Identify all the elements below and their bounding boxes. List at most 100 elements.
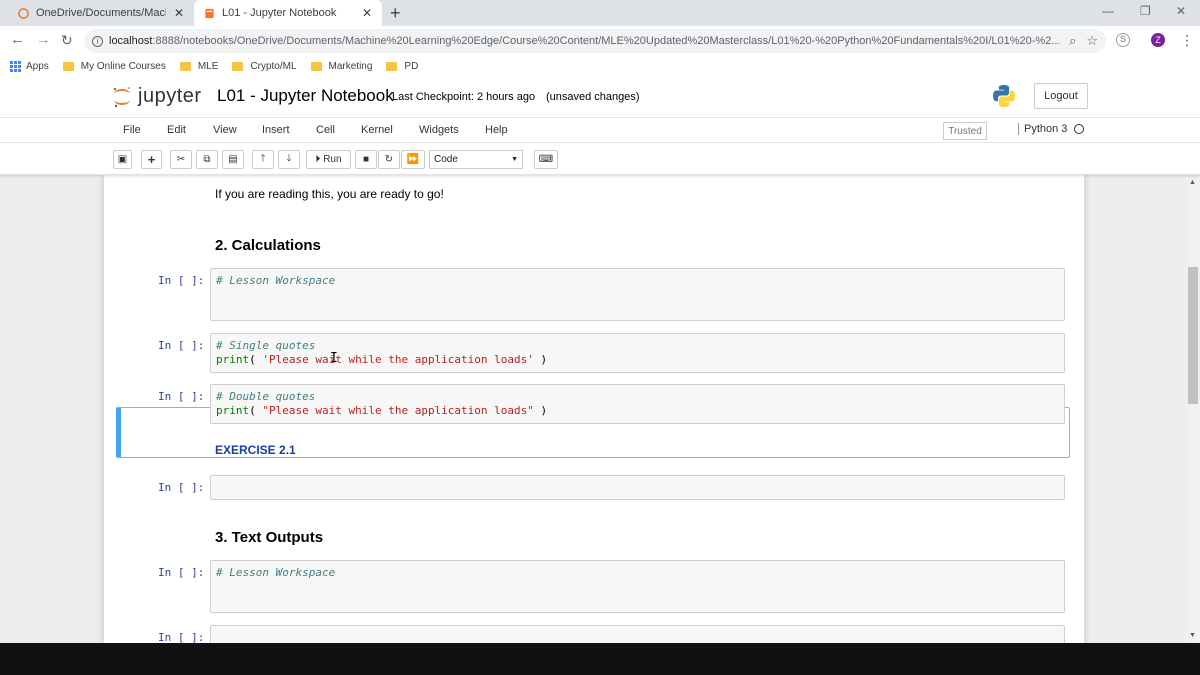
restore-icon[interactable]: ❐ [1140,4,1151,18]
bookmark-label: Apps [26,60,49,72]
code-builtin: print [216,353,250,366]
markdown-intro: If you are reading this, you are ready t… [215,187,444,201]
bookmark-crypto-ml[interactable]: Crypto/ML [232,61,297,72]
menu-widgets[interactable]: Widgets [419,124,459,136]
folder-icon [310,61,322,71]
window-close-icon[interactable]: ✕ [1176,4,1186,18]
code-comment: # Lesson Workspace [216,274,336,287]
code-paren: ) [533,404,548,417]
bookmark-star-icon[interactable]: ☆ [1086,33,1098,49]
zoom-search-icon[interactable]: ⌕ [1069,33,1076,49]
cell-prompt: In [ ]: [158,566,205,579]
menu-help[interactable]: Help [485,124,508,136]
code-string: "Please wait while the application loads… [262,404,534,417]
move-down-button[interactable]: 🡓 [278,150,300,169]
autosave-status: (unsaved changes) [546,91,640,103]
menu-view[interactable]: View [213,124,237,136]
forward-arrow-icon[interactable]: → [36,30,51,50]
code-cell-2[interactable]: # Single quotes print( 'Please wait whil… [210,333,1065,373]
trusted-indicator[interactable]: Trusted [943,122,987,140]
bookmark-label: PD [404,60,419,72]
jupyter-logo[interactable]: jupyter [112,85,202,108]
bookmark-mle[interactable]: MLE [179,61,218,72]
code-paren: ) [533,353,548,366]
folder-icon [62,61,74,71]
insert-cell-button[interactable]: + [141,150,162,169]
profile-avatar[interactable]: Z [1151,33,1165,47]
code-cell-4[interactable] [210,475,1065,500]
minimize-icon[interactable]: — [1102,4,1114,18]
jupyter-logo-icon [113,86,130,107]
code-comment: # Single quotes [216,339,316,352]
scissors-icon: ✂ [176,154,186,165]
menu-cell[interactable]: Cell [316,124,335,136]
back-arrow-icon[interactable]: ← [10,30,25,50]
close-tab-icon[interactable]: ✕ [174,6,184,20]
jupyter-favicon-icon [18,7,29,19]
arrow-down-icon: 🡓 [286,153,292,164]
tab-title: L01 - Jupyter Notebook [222,7,337,19]
command-palette-button[interactable]: ⌨ [534,150,558,169]
video-letterbox [0,643,1200,675]
exercise-heading: EXERCISE 2.1 [215,443,296,457]
heading-calculations: 2. Calculations [215,237,321,254]
arrow-up-icon: 🡑 [260,153,266,164]
copy-button[interactable]: ⧉ [196,150,218,169]
text-cursor-icon: I [330,351,338,366]
bookmark-marketing[interactable]: Marketing [310,61,372,72]
save-icon: ▣ [117,154,128,165]
address-bar[interactable]: i localhost:8888/notebooks/OneDrive/Docu… [84,29,1106,53]
logout-button[interactable]: Logout [1034,83,1088,109]
browser-tab-onedrive[interactable]: OneDrive/Documents/Machine L ✕ [8,0,194,26]
heading-text-outputs: 3. Text Outputs [215,529,324,546]
code-cell-5[interactable]: # Lesson Workspace [210,560,1065,613]
reload-icon[interactable]: ↻ [61,30,73,50]
code-comment: # Double quotes [216,390,316,403]
info-icon[interactable]: i [92,35,103,47]
kernel-idle-icon [1074,124,1085,134]
kernel-indicator: Python 3 [1018,123,1085,135]
paste-icon: ▤ [228,154,238,165]
menu-edit[interactable]: Edit [167,124,186,136]
notebook-name[interactable]: L01 - Jupyter Notebook [217,86,394,106]
url-host: localhost [109,35,153,47]
tab-title: OneDrive/Documents/Machine L [36,7,166,19]
cell-prompt: In [ ]: [158,390,205,403]
menu-file[interactable]: File [123,124,141,136]
interrupt-button[interactable]: ■ [355,150,377,169]
new-tab-button[interactable]: + [390,2,401,24]
caret-down-icon: ▼ [511,156,518,163]
scroll-down-icon[interactable]: ▼ [1189,632,1196,639]
cell-type-select[interactable]: Code ▼ [429,150,523,169]
stop-icon: ■ [362,154,370,165]
cut-button[interactable]: ✂ [170,150,192,169]
code-cell-3[interactable]: # Double quotes print( "Please wait whil… [210,384,1065,424]
jupyter-logo-text: jupyter [138,85,202,107]
bookmark-pd[interactable]: PD [386,61,418,72]
scroll-thumb[interactable] [1188,267,1198,404]
restart-button[interactable]: ↻ [378,150,400,169]
move-up-button[interactable]: 🡑 [252,150,274,169]
bookmark-apps[interactable]: Apps [10,60,49,72]
code-cell-6[interactable] [210,625,1065,643]
bookmark-my-online-courses[interactable]: My Online Courses [62,61,166,72]
url-path: :8888/notebooks/OneDrive/Documents/Machi… [152,35,1060,47]
folder-icon [386,61,398,71]
code-comment: # Lesson Workspace [216,566,336,579]
restart-run-all-button[interactable]: ⏩ [401,150,425,169]
save-button[interactable]: ▣ [113,150,132,169]
code-builtin: print [216,404,250,417]
browser-menu-icon[interactable]: ⋮ [1180,32,1194,49]
url-text: localhost:8888/notebooks/OneDrive/Docume… [109,35,1059,47]
run-button[interactable]: ⏵ Run [306,150,351,169]
menu-kernel[interactable]: Kernel [361,124,393,136]
notebook-container: If you are reading this, you are ready t… [104,175,1084,643]
code-cell-1[interactable]: # Lesson Workspace [210,268,1065,321]
browser-tab-notebook[interactable]: L01 - Jupyter Notebook ✕ [194,0,382,26]
menu-insert[interactable]: Insert [262,124,290,136]
scroll-up-icon[interactable]: ▲ [1189,179,1196,186]
paste-button[interactable]: ▤ [222,150,244,169]
page-scrollbar[interactable]: ▲ ▼ [1186,177,1200,643]
skype-extension-icon[interactable]: S [1116,33,1130,47]
close-tab-icon[interactable]: ✕ [362,6,372,20]
